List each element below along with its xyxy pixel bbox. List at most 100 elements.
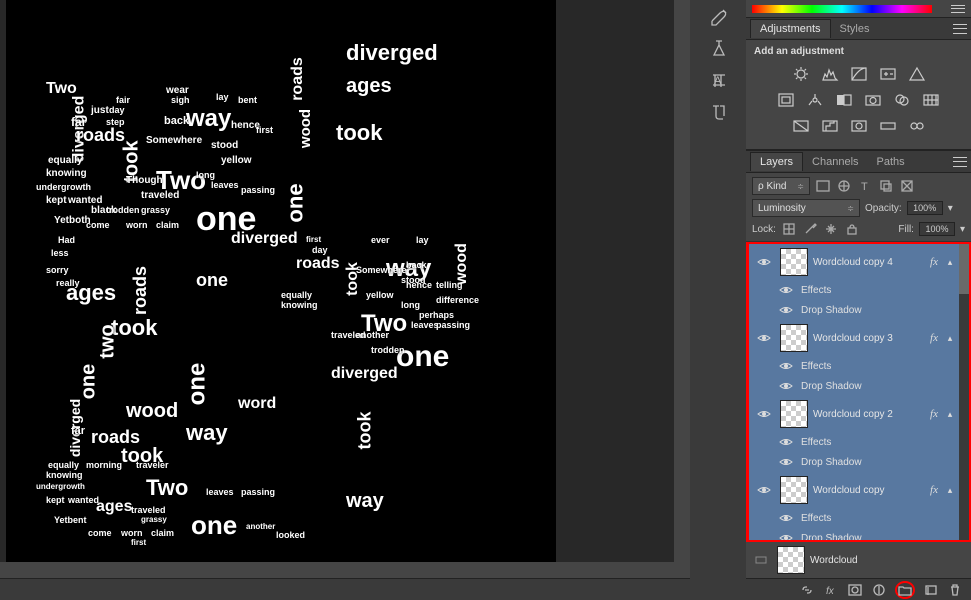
- layer-visibility-toggle[interactable]: [750, 555, 772, 565]
- document-canvas[interactable]: divergedroadsagestookwoodwaywaywaywaytoo…: [6, 0, 556, 562]
- layer-row[interactable]: Wordcloud copy 4 fx ▴: [749, 244, 959, 280]
- layer-effect-row[interactable]: Drop Shadow: [749, 452, 959, 472]
- effects-collapse-icon[interactable]: ▴: [945, 257, 955, 268]
- filter-smart-icon[interactable]: [899, 178, 915, 194]
- effect-visibility-toggle[interactable]: [777, 285, 795, 295]
- effects-collapse-icon[interactable]: ▴: [945, 485, 955, 496]
- fill-stepper[interactable]: ▾: [960, 224, 965, 235]
- layer-thumbnail[interactable]: [780, 400, 808, 428]
- fx-badge[interactable]: fx: [930, 332, 938, 344]
- layer-filter-dropdown[interactable]: ρ Kind≑: [752, 177, 810, 195]
- link-layers-icon[interactable]: [799, 583, 815, 597]
- canvas-horizontal-scrollbar[interactable]: [0, 562, 690, 578]
- effect-visibility-toggle[interactable]: [777, 437, 795, 447]
- character-panel-icon[interactable]: [704, 100, 734, 126]
- layer-visibility-toggle[interactable]: [753, 409, 775, 419]
- filter-adjustment-icon[interactable]: [836, 178, 852, 194]
- gradient-map-icon[interactable]: [878, 117, 898, 135]
- layer-mask-icon[interactable]: [847, 583, 863, 597]
- layer-effect-row[interactable]: Effects: [749, 508, 959, 528]
- selective-color-icon[interactable]: [907, 117, 927, 135]
- tab-adjustments[interactable]: Adjustments: [750, 19, 831, 38]
- tab-styles[interactable]: Styles: [831, 20, 879, 38]
- tab-paths[interactable]: Paths: [868, 153, 914, 171]
- layer-thumbnail[interactable]: [780, 476, 808, 504]
- blend-mode-dropdown[interactable]: Luminosity≑: [752, 199, 860, 217]
- hue-gradient-bar[interactable]: [752, 5, 932, 13]
- opacity-stepper[interactable]: ▾: [948, 203, 953, 214]
- layer-style-icon[interactable]: fx: [823, 583, 839, 597]
- layer-effect-row[interactable]: Effects: [749, 280, 959, 300]
- layer-effect-row[interactable]: Drop Shadow: [749, 528, 959, 540]
- layer-thumbnail[interactable]: [780, 324, 808, 352]
- effect-visibility-toggle[interactable]: [777, 381, 795, 391]
- photo-filter-icon[interactable]: [863, 91, 883, 109]
- layer-row[interactable]: Wordcloud copy fx ▴: [749, 472, 959, 508]
- color-lookup-icon[interactable]: [921, 91, 941, 109]
- layer-row-wordcloud[interactable]: Wordcloud: [746, 542, 971, 578]
- exposure-icon[interactable]: [878, 65, 898, 83]
- color-balance-icon[interactable]: [805, 91, 825, 109]
- posterize-icon[interactable]: [820, 117, 840, 135]
- levels-icon[interactable]: [820, 65, 840, 83]
- tab-layers[interactable]: Layers: [750, 152, 803, 171]
- layer-visibility-toggle[interactable]: [753, 257, 775, 267]
- new-group-icon[interactable]: [895, 581, 915, 599]
- lock-transparency-icon[interactable]: [781, 221, 797, 237]
- invert-icon[interactable]: [791, 117, 811, 135]
- effect-visibility-toggle[interactable]: [777, 305, 795, 315]
- lock-position-icon[interactable]: [823, 221, 839, 237]
- black-white-icon[interactable]: [834, 91, 854, 109]
- lock-all-icon[interactable]: [844, 221, 860, 237]
- layer-name-label[interactable]: Wordcloud copy: [813, 485, 925, 496]
- layer-effect-row[interactable]: Effects: [749, 356, 959, 376]
- lock-pixels-icon[interactable]: [802, 221, 818, 237]
- layer-effect-row[interactable]: Effects: [749, 432, 959, 452]
- delete-layer-icon[interactable]: [947, 583, 963, 597]
- threshold-icon[interactable]: [849, 117, 869, 135]
- layers-panel-menu[interactable]: [953, 157, 967, 167]
- layer-thumbnail[interactable]: [777, 546, 805, 574]
- paragraph-panel-icon[interactable]: A: [704, 68, 734, 94]
- channel-mixer-icon[interactable]: [892, 91, 912, 109]
- curves-icon[interactable]: [849, 65, 869, 83]
- layer-effect-row[interactable]: Drop Shadow: [749, 300, 959, 320]
- filter-type-icon[interactable]: T: [857, 178, 873, 194]
- effects-collapse-icon[interactable]: ▴: [945, 409, 955, 420]
- layer-row[interactable]: Wordcloud copy 2 fx ▴: [749, 396, 959, 432]
- opacity-value[interactable]: 100%: [907, 201, 943, 215]
- layer-visibility-toggle[interactable]: [753, 333, 775, 343]
- brightness-contrast-icon[interactable]: [791, 65, 811, 83]
- effect-visibility-toggle[interactable]: [777, 361, 795, 371]
- layer-effect-row[interactable]: Drop Shadow: [749, 376, 959, 396]
- tab-channels[interactable]: Channels: [803, 153, 867, 171]
- layers-scrollbar[interactable]: [959, 244, 969, 540]
- fill-value[interactable]: 100%: [919, 222, 955, 236]
- adjustments-panel-menu[interactable]: [953, 24, 967, 34]
- canvas-vertical-scrollbar[interactable]: [674, 0, 690, 562]
- filter-shape-icon[interactable]: [878, 178, 894, 194]
- layer-name-label[interactable]: Wordcloud copy 2: [813, 409, 925, 420]
- effects-collapse-icon[interactable]: ▴: [945, 333, 955, 344]
- adjustment-layer-icon[interactable]: [871, 583, 887, 597]
- layer-thumbnail[interactable]: [780, 248, 808, 276]
- effect-visibility-toggle[interactable]: [777, 533, 795, 540]
- effect-visibility-toggle[interactable]: [777, 457, 795, 467]
- fx-badge[interactable]: fx: [930, 408, 938, 420]
- layer-visibility-toggle[interactable]: [753, 485, 775, 495]
- layer-name-label[interactable]: Wordcloud copy 4: [813, 257, 925, 268]
- hue-saturation-icon[interactable]: [776, 91, 796, 109]
- vibrance-icon[interactable]: [907, 65, 927, 83]
- brush-tool-icon[interactable]: [704, 4, 734, 30]
- fx-badge[interactable]: fx: [930, 484, 938, 496]
- new-layer-icon[interactable]: [923, 583, 939, 597]
- filter-pixel-icon[interactable]: [815, 178, 831, 194]
- layer-name-label[interactable]: Wordcloud: [810, 555, 967, 566]
- svg-text:A: A: [714, 75, 722, 87]
- effect-visibility-toggle[interactable]: [777, 513, 795, 523]
- layer-name-label[interactable]: Wordcloud copy 3: [813, 333, 925, 344]
- layer-row[interactable]: Wordcloud copy 3 fx ▴: [749, 320, 959, 356]
- clone-tool-icon[interactable]: [704, 36, 734, 62]
- fx-badge[interactable]: fx: [930, 256, 938, 268]
- swatches-panel-menu[interactable]: [951, 5, 965, 13]
